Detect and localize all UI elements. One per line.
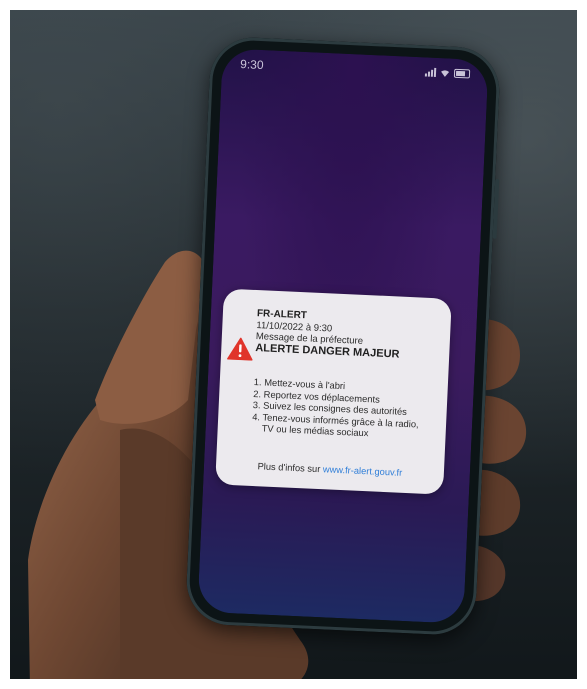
wifi-icon [441, 70, 450, 77]
smartphone: 9:30 FR-ALERT 11/10/2022 à 9:30 Message … [184, 35, 502, 637]
phone-screen: 9:30 FR-ALERT 11/10/2022 à 9:30 Message … [197, 48, 489, 624]
battery-icon [453, 68, 471, 79]
footer-text: Plus d'infos sur [257, 461, 321, 475]
alert-header: FR-ALERT 11/10/2022 à 9:30 Message de la… [255, 308, 441, 363]
status-bar: 9:30 [222, 56, 489, 86]
warning-icon [227, 337, 253, 361]
alert-notification[interactable]: FR-ALERT 11/10/2022 à 9:30 Message de la… [215, 288, 452, 495]
signal-icon [424, 67, 437, 77]
status-time: 9:30 [239, 57, 264, 73]
status-icons [424, 67, 471, 79]
instruction-list: 1. Mettez-vous à l'abri 2. Reportez vos … [251, 376, 439, 442]
info-link[interactable]: www.fr-alert.gouv.fr [323, 464, 403, 478]
alert-footer: Plus d'infos sur www.fr-alert.gouv.fr [216, 459, 444, 479]
